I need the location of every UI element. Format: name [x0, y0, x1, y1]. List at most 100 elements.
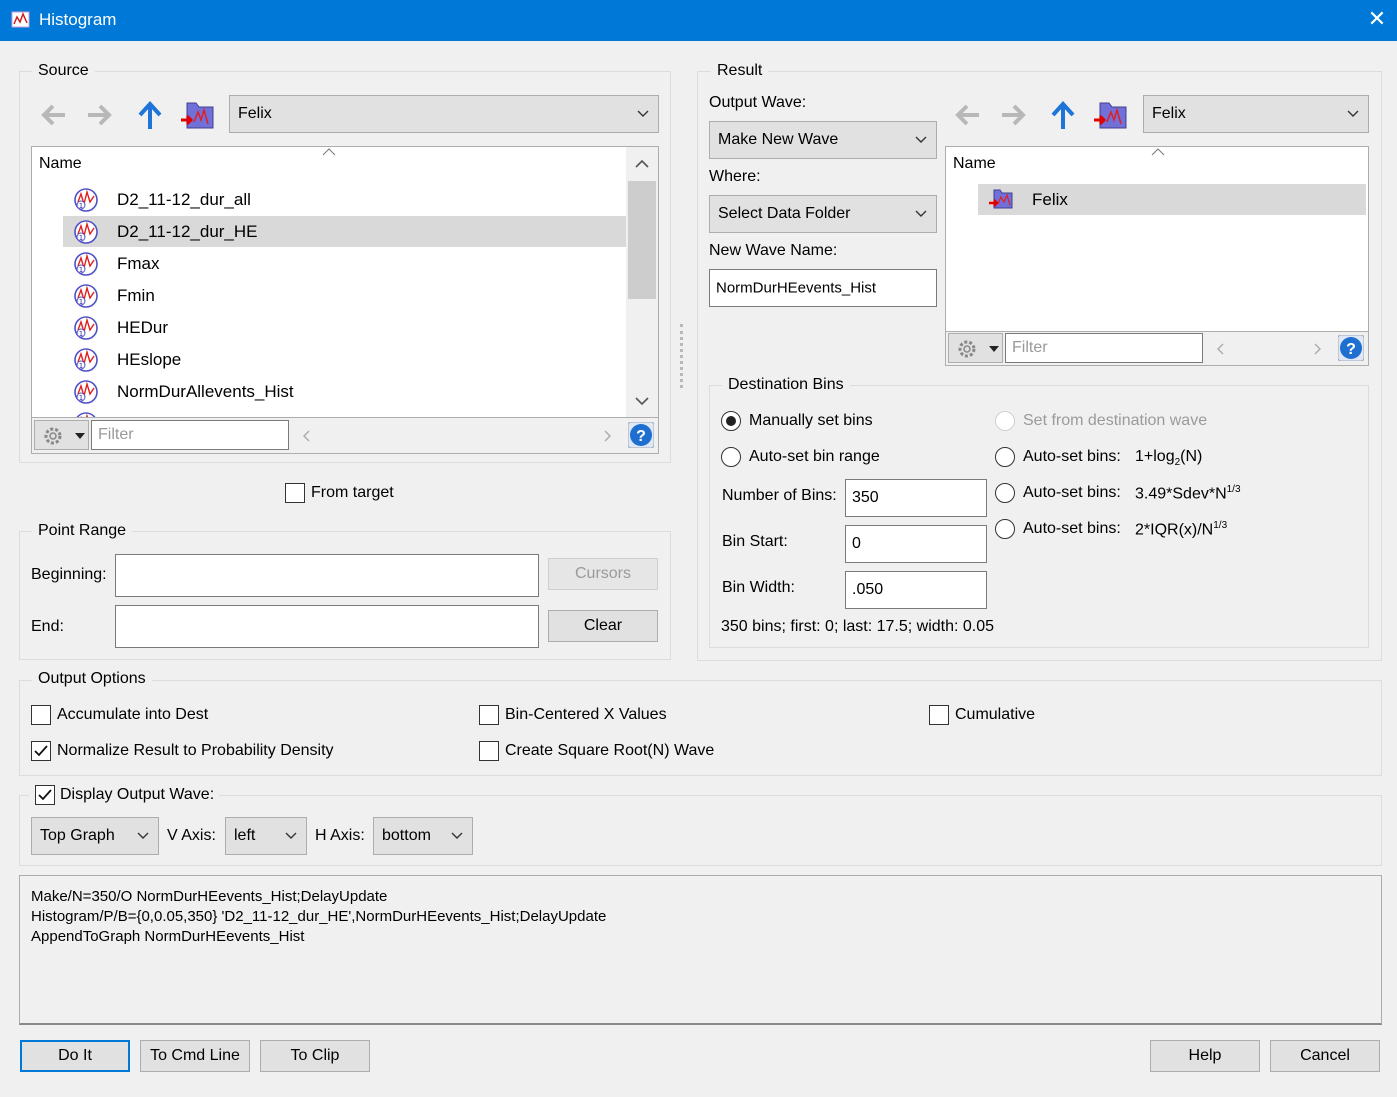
column-header-name[interactable]: Name: [39, 155, 82, 173]
scroll-up-icon[interactable]: [635, 159, 649, 168]
to-clip-button[interactable]: To Clip: [260, 1040, 370, 1072]
close-icon[interactable]: ✕: [1362, 4, 1392, 34]
svg-text:1: 1: [79, 298, 83, 306]
result-list: Name Felix Filter ?: [945, 146, 1369, 366]
bin-width-input[interactable]: .050: [845, 571, 987, 609]
wave-icon: 1: [74, 252, 98, 276]
scroll-right-icon[interactable]: [1314, 343, 1322, 355]
to-cmd-line-button[interactable]: To Cmd Line: [140, 1040, 250, 1072]
svg-text:?: ?: [1346, 341, 1356, 358]
v-axis-label: V Axis:: [167, 827, 216, 844]
svg-text:1: 1: [79, 362, 83, 370]
scroll-left-icon[interactable]: [1216, 343, 1224, 355]
auto-bins-log2-radio[interactable]: [995, 447, 1015, 467]
bin-start-input[interactable]: 0: [845, 525, 987, 563]
from-target-checkbox[interactable]: [285, 483, 305, 503]
accumulate-label: Accumulate into Dest: [57, 706, 209, 723]
forward-arrow-icon[interactable]: [998, 99, 1030, 131]
cancel-button[interactable]: Cancel: [1270, 1040, 1380, 1072]
command-preview[interactable]: Make/N=350/O NormDurHEevents_Hist;DelayU…: [19, 875, 1382, 1025]
chevron-down-icon: [637, 110, 649, 117]
scroll-thumb[interactable]: [628, 181, 656, 299]
result-folder-value: Felix: [1152, 105, 1186, 122]
forward-arrow-icon[interactable]: [84, 99, 116, 131]
do-it-button[interactable]: Do It: [20, 1040, 130, 1072]
auto-bin-range-label: Auto-set bin range: [749, 448, 880, 465]
auto-bins-iqr-radio[interactable]: [995, 519, 1015, 539]
display-output-checkbox[interactable]: [35, 785, 55, 805]
wave-icon: 1: [74, 284, 98, 308]
h-axis-select[interactable]: bottom: [373, 817, 473, 855]
cursors-button[interactable]: Cursors: [548, 558, 658, 590]
from-dest-radio[interactable]: [995, 411, 1015, 431]
list-item[interactable]: 1 D2_11-12_dur_HE: [63, 216, 626, 247]
data-folder-icon[interactable]: [180, 98, 216, 132]
gear-menu-button[interactable]: [948, 333, 1003, 363]
column-header-name[interactable]: Name: [953, 155, 996, 173]
beginning-input[interactable]: [115, 554, 539, 597]
sort-ascending-icon: [322, 148, 336, 156]
bin-width-label: Bin Width:: [722, 579, 795, 596]
bin-centered-checkbox[interactable]: [479, 705, 499, 725]
gear-menu-button[interactable]: [34, 420, 89, 450]
bin-centered-label: Bin-Centered X Values: [505, 706, 667, 723]
cumulative-checkbox[interactable]: [929, 705, 949, 725]
splitter-handle[interactable]: [680, 324, 684, 388]
up-arrow-icon[interactable]: [134, 98, 166, 132]
list-item[interactable]: 1 HEDur: [63, 312, 626, 343]
output-wave-select[interactable]: Make New Wave: [709, 121, 937, 159]
formula-sdev: 3.49*Sdev*N1/3: [1135, 484, 1241, 503]
end-input[interactable]: [115, 605, 539, 648]
help-icon[interactable]: ?: [628, 422, 654, 448]
list-item-label: D2_11-12_dur_all: [117, 190, 251, 209]
accumulate-checkbox[interactable]: [31, 705, 51, 725]
manual-bins-radio[interactable]: [721, 411, 741, 431]
normalize-checkbox[interactable]: [31, 741, 51, 761]
help-icon[interactable]: ?: [1338, 335, 1364, 361]
result-filter-input[interactable]: Filter: [1005, 333, 1203, 363]
scroll-left-icon[interactable]: [302, 430, 310, 442]
help-button[interactable]: Help: [1150, 1040, 1260, 1072]
where-select[interactable]: Select Data Folder: [709, 195, 937, 233]
list-item[interactable]: 1NormDurHEevents_Hist: [63, 408, 626, 417]
up-arrow-icon[interactable]: [1047, 98, 1079, 132]
checkmark-icon: [38, 789, 52, 801]
new-wave-name-input[interactable]: NormDurHEevents_Hist: [709, 269, 937, 307]
output-options-label: Output Options: [32, 670, 152, 688]
title-bar: Histogram ✕: [0, 0, 1397, 41]
source-filter-input[interactable]: Filter: [91, 420, 289, 450]
output-wave-value: Make New Wave: [718, 131, 839, 148]
list-item[interactable]: 1 Fmin: [63, 280, 626, 311]
v-axis-select[interactable]: left: [225, 817, 307, 855]
list-item[interactable]: 1 D2_11-12_dur_all: [63, 184, 626, 215]
list-item-label: HEDur: [117, 318, 169, 337]
from-target-label: From target: [311, 484, 394, 501]
list-item-label: Fmax: [117, 254, 160, 273]
clear-button[interactable]: Clear: [548, 610, 658, 642]
graph-select[interactable]: Top Graph: [31, 817, 159, 855]
back-arrow-icon[interactable]: [37, 99, 69, 131]
data-folder-icon[interactable]: [1093, 98, 1129, 132]
auto-bins-sdev-radio[interactable]: [995, 483, 1015, 503]
source-label: Source: [32, 62, 95, 80]
vertical-scrollbar[interactable]: [626, 147, 658, 417]
scroll-down-icon[interactable]: [635, 397, 649, 406]
sqrt-wave-checkbox[interactable]: [479, 741, 499, 761]
list-item[interactable]: Felix: [978, 184, 1366, 215]
source-folder-select[interactable]: Felix: [229, 95, 659, 133]
scroll-right-icon[interactable]: [604, 430, 612, 442]
num-bins-input[interactable]: 350: [845, 479, 987, 517]
result-folder-select[interactable]: Felix: [1143, 95, 1369, 133]
wave-icon: 1: [74, 188, 98, 212]
list-item[interactable]: 1 HEslope: [63, 344, 626, 375]
bin-start-label: Bin Start:: [722, 533, 788, 550]
wave-icon: 1: [74, 220, 98, 244]
auto-bin-range-radio[interactable]: [721, 447, 741, 467]
back-arrow-icon[interactable]: [951, 99, 983, 131]
list-toolbar: Filter ?: [32, 417, 658, 453]
wave-icon: 1: [74, 348, 98, 372]
sort-ascending-icon: [1151, 148, 1165, 156]
list-item[interactable]: 1 Fmax: [63, 248, 626, 279]
list-item[interactable]: 1 NormDurAllevents_Hist: [63, 376, 626, 407]
svg-text:1: 1: [79, 202, 83, 210]
